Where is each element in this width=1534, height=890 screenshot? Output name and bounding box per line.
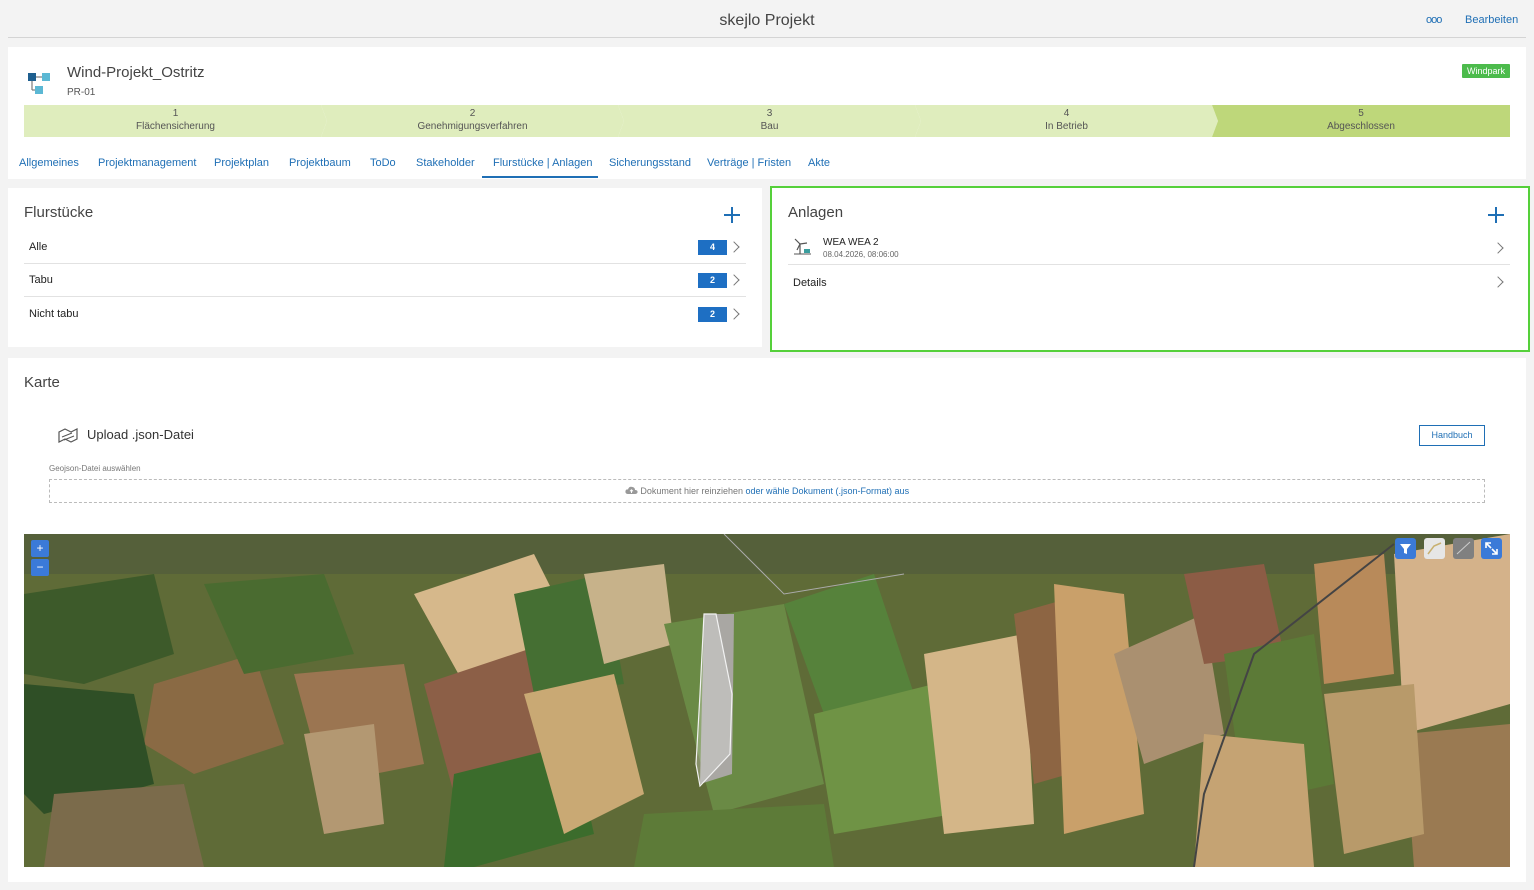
karte-card: Karte Upload .json-Datei Handbuch Geojso… (8, 358, 1526, 882)
anlage-timestamp: 08.04.2026, 08:06:00 (823, 250, 899, 259)
cloud-upload-icon (625, 486, 638, 494)
page-title: skejlo Projekt (719, 12, 815, 29)
flurstuecke-row-nicht-tabu[interactable]: Nicht tabu 2 (24, 298, 746, 331)
phase-step-4[interactable]: 4 In Betrieb (915, 105, 1218, 137)
dropzone-label: Geojson-Datei auswählen (49, 464, 141, 473)
more-options-button[interactable]: ooo (1426, 14, 1442, 26)
map-tiles (24, 534, 1510, 867)
count-badge: 2 (698, 307, 727, 322)
anlage-name: WEA WEA 2 (823, 237, 879, 248)
tab-stakeholder[interactable]: Stakeholder (416, 157, 475, 169)
phase-step-5[interactable]: 5 Abgeschlossen (1212, 105, 1510, 137)
map-upload-icon (58, 428, 78, 443)
chevron-right-icon (728, 241, 740, 253)
count-badge: 4 (698, 240, 727, 255)
dropzone-text: Dokument hier reinziehen (640, 486, 743, 496)
phase-label: Flächensicherung (136, 120, 215, 132)
phase-step-1[interactable]: 1 Flächensicherung (24, 105, 327, 137)
add-flurstueck-icon[interactable] (724, 207, 740, 223)
zoom-in-button[interactable]: + (31, 540, 49, 557)
project-name: Wind-Projekt_Ostritz (67, 64, 205, 81)
file-dropzone[interactable]: Dokument hier reinziehen oder wähle Doku… (49, 479, 1485, 503)
karte-title: Karte (24, 374, 60, 391)
tab-todo[interactable]: ToDo (370, 157, 396, 169)
flurstuecke-card: Flurstücke Alle 4 Tabu 2 Nicht tabu 2 (8, 188, 762, 347)
add-anlage-icon[interactable] (1488, 207, 1504, 223)
flurstuecke-title: Flurstücke (24, 204, 94, 221)
anlage-details-row[interactable]: Details (788, 265, 1510, 298)
edit-button[interactable]: Bearbeiten (1465, 14, 1518, 26)
phase-number: 1 (172, 108, 179, 119)
tab-sicherungsstand[interactable]: Sicherungsstand (609, 157, 691, 169)
row-label: Nicht tabu (29, 308, 79, 320)
project-header-card: Wind-Projekt_Ostritz PR-01 Windpark 1 Fl… (8, 47, 1526, 179)
tab-bar: Allgemeines Projektmanagement Projektpla… (8, 151, 1526, 179)
zoom-out-button[interactable]: − (31, 559, 49, 576)
upload-title: Upload .json-Datei (87, 427, 194, 442)
satellite-layer-icon[interactable] (1453, 538, 1474, 559)
phase-label: Genehmigungsverfahren (417, 120, 528, 132)
satellite-map[interactable]: + − (24, 534, 1510, 867)
active-tab-indicator (482, 176, 598, 178)
chevron-right-icon (728, 308, 740, 320)
handbuch-button[interactable]: Handbuch (1419, 425, 1485, 446)
top-bar: skejlo Projekt ooo Bearbeiten (0, 0, 1534, 38)
phase-label: Abgeschlossen (1327, 120, 1395, 132)
anlagen-title: Anlagen (788, 204, 844, 221)
tab-akte[interactable]: Akte (808, 157, 830, 169)
phase-number: 5 (1358, 108, 1364, 119)
chevron-right-icon (1492, 242, 1504, 254)
tab-vertraege-fristen[interactable]: Verträge | Fristen (707, 157, 791, 169)
flurstuecke-row-alle[interactable]: Alle 4 (24, 231, 746, 264)
filter-icon[interactable] (1395, 538, 1416, 559)
flurstuecke-row-tabu[interactable]: Tabu 2 (24, 264, 746, 297)
row-label: Alle (29, 241, 48, 253)
tab-projektmanagement[interactable]: Projektmanagement (98, 157, 196, 169)
tab-flurstuecke-anlagen[interactable]: Flurstücke | Anlagen (493, 157, 592, 169)
phase-progress: 1 Flächensicherung 2 Genehmigungsverfahr… (24, 105, 1510, 137)
row-label: Tabu (29, 274, 53, 286)
tab-allgemeines[interactable]: Allgemeines (19, 157, 79, 169)
phase-step-3[interactable]: 3 Bau (618, 105, 921, 137)
tab-projektplan[interactable]: Projektplan (214, 157, 269, 169)
wind-turbine-icon (794, 238, 811, 255)
chevron-right-icon (1492, 276, 1504, 288)
anlage-item[interactable]: WEA WEA 2 08.04.2026, 08:06:00 (788, 232, 1510, 265)
phase-step-2[interactable]: 2 Genehmigungsverfahren (321, 105, 624, 137)
phase-number: 4 (1063, 108, 1070, 119)
phase-label: Bau (760, 120, 779, 132)
phase-label: In Betrieb (1045, 120, 1088, 132)
layer-map-icon[interactable] (1424, 538, 1445, 559)
tab-projektbaum[interactable]: Projektbaum (289, 157, 351, 169)
phase-number: 2 (469, 108, 476, 119)
project-tree-icon (28, 73, 50, 94)
anlagen-card: Anlagen WEA WEA 2 08.04.2026, 08:06:00 D… (770, 186, 1530, 352)
choose-file-link[interactable]: oder wähle Dokument (.json-Format) aus (746, 486, 910, 496)
divider (8, 37, 1526, 38)
project-type-badge: Windpark (1462, 64, 1511, 78)
details-label: Details (793, 277, 827, 289)
project-code: PR-01 (67, 87, 96, 98)
count-badge: 2 (698, 273, 727, 288)
fullscreen-icon[interactable] (1481, 538, 1502, 559)
chevron-right-icon (728, 274, 740, 286)
phase-number: 3 (766, 108, 773, 119)
